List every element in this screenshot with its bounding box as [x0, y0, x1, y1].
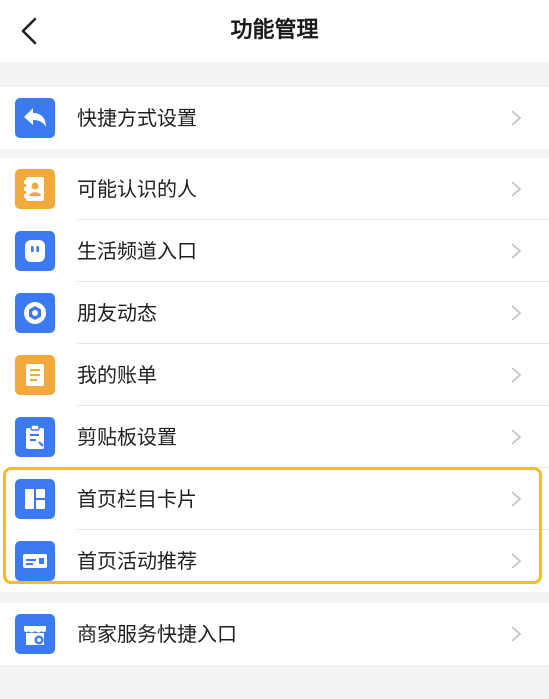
row-label: 首页栏目卡片 [77, 487, 197, 511]
chevron-right-icon [511, 367, 522, 383]
store-icon [15, 614, 55, 654]
card-promo-icon [15, 541, 55, 581]
row-home-activity-recommend[interactable]: 首页活动推荐 [0, 530, 549, 592]
life-channel-icon [15, 231, 55, 271]
row-merchant-service-shortcut[interactable]: 商家服务快捷入口 [0, 603, 549, 665]
chevron-right-icon [511, 243, 522, 259]
chevron-right-icon [511, 305, 522, 321]
row-label: 商家服务快捷入口 [77, 622, 237, 646]
reply-arrow-icon [15, 98, 55, 138]
contact-book-icon [15, 169, 55, 209]
chevron-right-icon [511, 429, 522, 445]
row-my-bill[interactable]: 我的账单 [0, 344, 549, 406]
row-life-channel[interactable]: 生活频道入口 [0, 220, 549, 282]
clipboard-icon [15, 417, 55, 457]
settings-group-1: 快捷方式设置 [0, 87, 549, 149]
row-label: 剪贴板设置 [77, 425, 177, 449]
row-label: 朋友动态 [77, 301, 157, 325]
chevron-right-icon [511, 491, 522, 507]
row-label: 我的账单 [77, 363, 157, 387]
row-label: 快捷方式设置 [77, 106, 197, 130]
row-shortcut-settings[interactable]: 快捷方式设置 [0, 87, 549, 149]
settings-group-2: 可能认识的人 生活频道入口 朋友动态 我的账单 剪贴板设置 首页栏目卡片 首页活… [0, 158, 549, 592]
nav-bar: 功能管理 [0, 0, 549, 62]
bill-icon [15, 355, 55, 395]
row-home-column-cards[interactable]: 首页栏目卡片 [0, 468, 549, 530]
grid-card-icon [15, 479, 55, 519]
settings-group-3: 商家服务快捷入口 [0, 603, 549, 665]
chevron-right-icon [511, 626, 522, 642]
row-label: 生活频道入口 [77, 239, 197, 263]
aperture-icon [15, 293, 55, 333]
chevron-right-icon [511, 181, 522, 197]
page-title: 功能管理 [230, 18, 319, 43]
row-friend-moments[interactable]: 朋友动态 [0, 282, 549, 344]
chevron-right-icon [511, 110, 522, 126]
chevron-right-icon [511, 553, 522, 569]
row-label: 首页活动推荐 [77, 549, 197, 573]
row-people-you-may-know[interactable]: 可能认识的人 [0, 158, 549, 220]
row-label: 可能认识的人 [77, 177, 197, 201]
row-clipboard-settings[interactable]: 剪贴板设置 [0, 406, 549, 468]
